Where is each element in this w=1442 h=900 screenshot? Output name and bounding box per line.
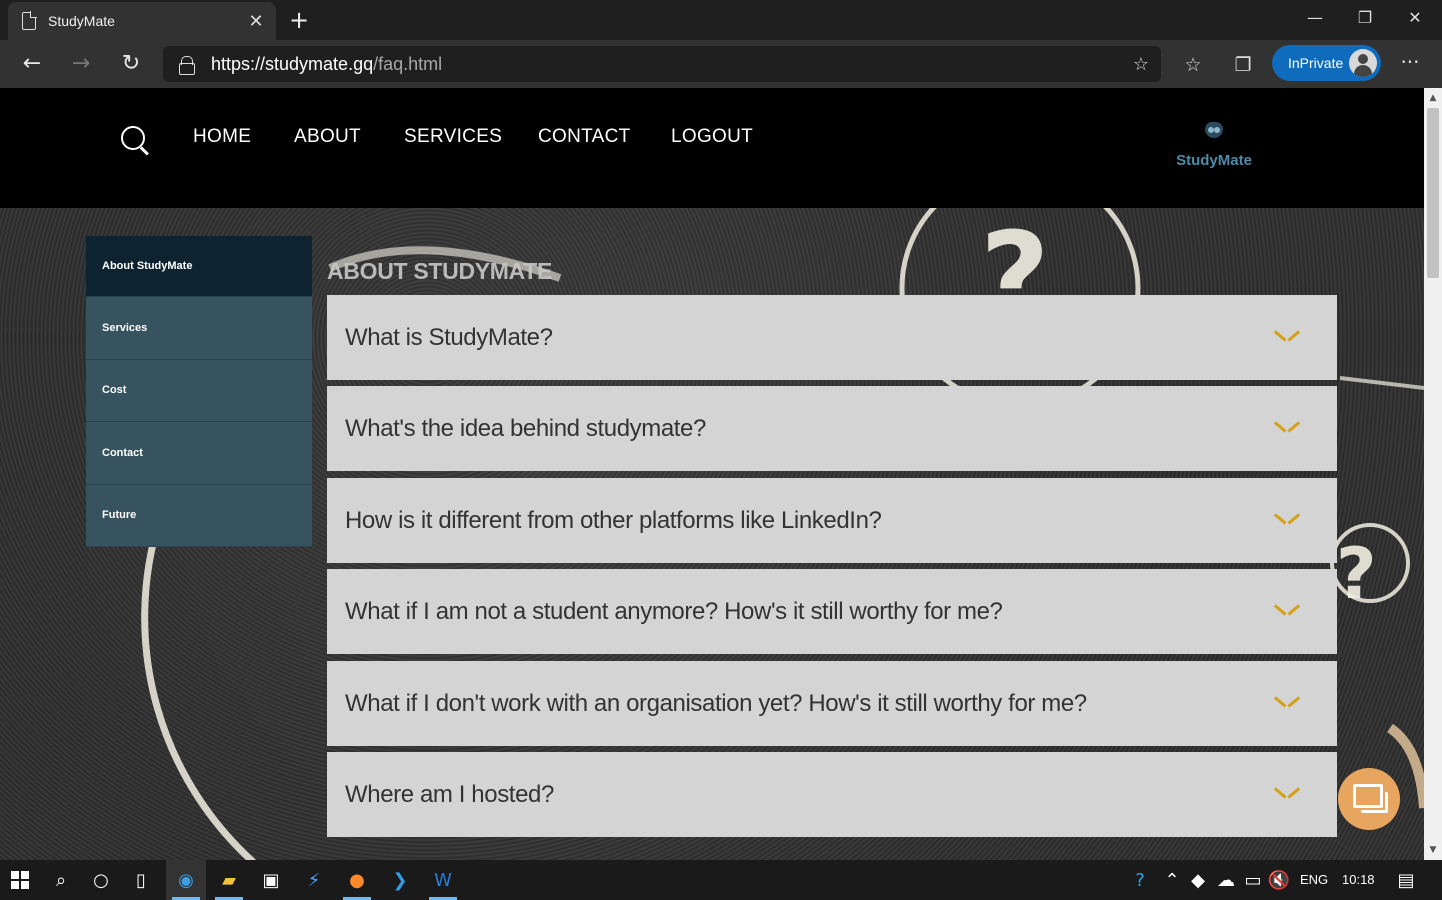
address-bar[interactable]: https://studymate.gq/faq.html ☆ — [163, 46, 1161, 82]
file-explorer-icon[interactable]: ▰ — [209, 860, 249, 900]
refresh-button[interactable]: ↻ — [117, 50, 145, 78]
avatar — [1349, 49, 1377, 77]
site-header: HOME ABOUT SERVICES CONTACT LOGOUT Study… — [0, 88, 1424, 208]
sidebar-item-about-studymate[interactable]: About StudyMate — [86, 236, 312, 297]
faq-question: What if I don't work with an organisatio… — [345, 689, 1087, 717]
page-icon — [22, 11, 37, 30]
add-favorite-icon[interactable]: ☆ — [1133, 54, 1149, 75]
sidebar-item-cost[interactable]: Cost — [86, 359, 312, 422]
faq-section: ? ? About StudyMate Services Cost Contac… — [0, 208, 1424, 860]
url-text: https://studymate.gq/faq.html — [211, 54, 442, 75]
url-path: /faq.html — [373, 53, 443, 74]
forward-button[interactable]: → — [67, 50, 95, 78]
close-window-button[interactable]: ✕ — [1390, 0, 1440, 36]
chevron-down-icon[interactable] — [1275, 326, 1299, 350]
inprivate-button[interactable]: InPrivate — [1272, 45, 1381, 81]
taskbar: ⌕ ○ ▯ ◉ ▰ ▣ ⚡ ● ❯ W ? ⌃ ◆ ☁ ▭ 🔇 ENG 10:1… — [0, 860, 1442, 900]
faq-item[interactable]: How is it different from other platforms… — [327, 478, 1337, 563]
scroll-down-icon[interactable]: ▼ — [1424, 842, 1442, 858]
scroll-up-icon[interactable]: ▲ — [1424, 90, 1442, 106]
collections-icon[interactable]: ❐ — [1230, 52, 1256, 78]
chevron-down-icon[interactable] — [1275, 600, 1299, 624]
scrollbar-thumb[interactable] — [1427, 108, 1439, 278]
browser-tab[interactable]: StudyMate ✕ — [8, 2, 276, 40]
favorites-icon[interactable]: ☆ — [1180, 52, 1206, 78]
section-title: ABOUT STUDYMATE — [327, 258, 553, 284]
nav-services[interactable]: SERVICES — [404, 126, 502, 148]
restore-button[interactable]: ❐ — [1340, 0, 1390, 36]
word-icon[interactable]: W — [423, 860, 463, 900]
faq-item[interactable]: What's the idea behind studymate? — [327, 386, 1337, 471]
firefox-icon[interactable]: ● — [337, 860, 377, 900]
page-scrollbar[interactable]: ▲ ▼ — [1424, 88, 1442, 860]
search-icon[interactable] — [121, 124, 151, 158]
url-host: https://studymate.gq — [211, 53, 374, 74]
search-taskbar-icon[interactable]: ⌕ — [41, 860, 81, 900]
minimize-button[interactable]: — — [1290, 0, 1340, 36]
start-button[interactable] — [0, 860, 40, 900]
store-icon[interactable]: ▣ — [251, 860, 291, 900]
web-page: HOME ABOUT SERVICES CONTACT LOGOUT Study… — [0, 88, 1424, 860]
cortana-icon[interactable]: ○ — [81, 860, 121, 900]
chat-button[interactable] — [1338, 768, 1400, 830]
faq-question: What is StudyMate? — [345, 323, 553, 351]
windows-icon — [11, 871, 29, 889]
chevron-down-icon[interactable] — [1275, 509, 1299, 533]
tab-title: StudyMate — [48, 13, 115, 29]
close-tab-icon[interactable]: ✕ — [246, 11, 266, 32]
owl-icon — [1203, 118, 1225, 148]
faq-item[interactable]: What if I am not a student anymore? How'… — [327, 569, 1337, 654]
nav-contact[interactable]: CONTACT — [538, 126, 631, 148]
task-view-icon[interactable]: ▯ — [121, 860, 161, 900]
sidebar-item-future[interactable]: Future — [86, 484, 312, 547]
chevron-down-icon[interactable] — [1275, 692, 1299, 716]
language-indicator[interactable]: ENG — [1300, 872, 1328, 887]
nav-logout[interactable]: LOGOUT — [671, 126, 753, 148]
more-options-icon[interactable]: ··· — [1396, 50, 1424, 74]
studymate-logo[interactable]: StudyMate — [1166, 118, 1262, 178]
nav-about[interactable]: ABOUT — [294, 126, 361, 148]
notification-icon[interactable]: ▤ — [1386, 860, 1426, 900]
sidebar-item-services[interactable]: Services — [86, 297, 312, 360]
browser-tab-strip: StudyMate ✕ + — ❐ ✕ — [0, 0, 1442, 40]
vscode-icon[interactable]: ❯ — [380, 860, 420, 900]
faq-item[interactable]: Where am I hosted? — [327, 752, 1337, 837]
faq-question: Where am I hosted? — [345, 780, 554, 808]
faq-question: What if I am not a student anymore? How'… — [345, 597, 1003, 625]
faq-item[interactable]: What is StudyMate? — [327, 295, 1337, 380]
chevron-down-icon[interactable] — [1275, 417, 1299, 441]
sidebar-menu: About StudyMate Services Cost Contact Fu… — [86, 236, 312, 547]
nav-home[interactable]: HOME — [193, 126, 251, 148]
faq-question: How is it different from other platforms… — [345, 506, 882, 534]
faq-question: What's the idea behind studymate? — [345, 414, 706, 442]
sidebar-item-contact[interactable]: Contact — [86, 422, 312, 485]
logo-text: StudyMate — [1176, 152, 1252, 169]
svg-text:?: ? — [1336, 533, 1377, 615]
chevron-down-icon[interactable] — [1275, 783, 1299, 807]
inprivate-label: InPrivate — [1288, 55, 1344, 71]
new-tab-button[interactable]: + — [288, 6, 310, 34]
clock[interactable]: 10:18 — [1342, 872, 1375, 887]
back-button[interactable]: ← — [18, 50, 46, 78]
lock-icon[interactable] — [179, 56, 195, 75]
visual-studio-icon[interactable]: ⚡ — [294, 860, 334, 900]
volume-muted-icon[interactable]: 🔇 — [1259, 860, 1299, 900]
faq-item[interactable]: What if I don't work with an organisatio… — [327, 661, 1337, 746]
edge-icon[interactable]: ◉ — [166, 860, 206, 900]
browser-toolbar: ← → ↻ https://studymate.gq/faq.html ☆ ☆ … — [0, 40, 1442, 88]
